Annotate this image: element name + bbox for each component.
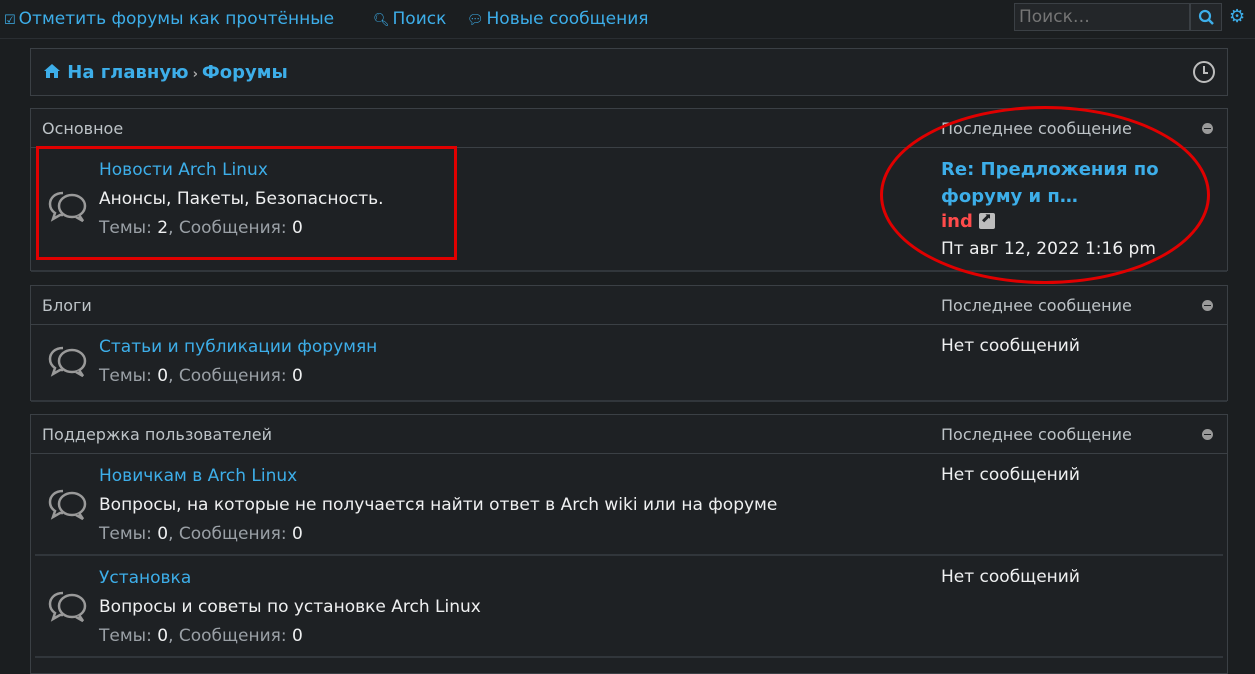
forum-title[interactable]: Статьи и публикации форумян xyxy=(99,337,377,357)
no-posts: Нет сообщений xyxy=(941,465,1080,485)
clock-icon[interactable] xyxy=(1193,61,1215,83)
forum-row: Статьи и публикации форумян Темы: 0, Соо… xyxy=(31,325,1227,402)
search-icon: 🔍︎ xyxy=(373,13,390,28)
last-post-header: Последнее сообщение xyxy=(941,425,1132,444)
collapse-icon[interactable] xyxy=(1202,429,1213,440)
forum-row: Установка Вопросы и советы по установке … xyxy=(35,556,1223,658)
category-title[interactable]: Основное xyxy=(42,119,123,138)
collapse-icon[interactable] xyxy=(1202,123,1213,134)
top-navbar: ☑ Отметить форумы как прочтённые 🔍︎ Поиск … xyxy=(0,0,1255,39)
forum-title[interactable]: Новичкам в Arch Linux xyxy=(99,466,297,486)
forum-read-icon xyxy=(47,345,89,384)
annotation-ellipse xyxy=(880,106,1210,284)
breadcrumb-forums[interactable]: Форумы xyxy=(202,62,288,83)
forum-stats: Темы: 0, Сообщения: 0 xyxy=(99,626,303,646)
breadcrumb-home[interactable]: На главную xyxy=(67,62,188,83)
forum-description: Вопросы и советы по установке Arch Linux xyxy=(99,597,481,617)
category-header: Блоги Последнее сообщение xyxy=(31,286,1227,325)
chevron-right-icon: › xyxy=(192,67,198,82)
last-post-header: Последнее сообщение xyxy=(941,296,1132,315)
search-icon xyxy=(1198,9,1214,25)
mark-read-link[interactable]: ☑ Отметить форумы как прочтённые xyxy=(4,9,334,29)
forum-title[interactable]: Установка xyxy=(99,568,191,588)
comments-icon: 💬︎ xyxy=(467,13,484,28)
breadcrumb: На главную › Форумы xyxy=(30,48,1228,96)
annotation-rectangle xyxy=(36,146,457,260)
no-posts: Нет сообщений xyxy=(941,567,1080,587)
no-posts: Нет сообщений xyxy=(941,336,1080,356)
forum-description: Вопросы, на которые не получается найти … xyxy=(99,495,778,515)
forum-row: Новичкам в Arch Linux Вопросы, на которы… xyxy=(35,454,1223,556)
forum-stats: Темы: 0, Сообщения: 0 xyxy=(99,524,303,544)
check-square-icon: ☑ xyxy=(4,13,16,28)
category-header: Поддержка пользователей Последнее сообще… xyxy=(31,415,1227,454)
category-blogs: Блоги Последнее сообщение Статьи и публи… xyxy=(30,285,1228,402)
search-link[interactable]: 🔍︎ Поиск xyxy=(373,9,446,29)
search-input[interactable] xyxy=(1014,3,1190,31)
category-title[interactable]: Поддержка пользователей xyxy=(42,425,272,444)
search-button[interactable] xyxy=(1190,3,1222,31)
forum-read-icon xyxy=(47,488,89,527)
category-support: Поддержка пользователей Последнее сообще… xyxy=(30,414,1228,674)
new-posts-link[interactable]: 💬︎ Новые сообщения xyxy=(467,9,649,29)
collapse-icon[interactable] xyxy=(1202,300,1213,311)
gear-icon[interactable]: ⚙ xyxy=(1229,6,1245,27)
breadcrumb-links: На главную › Форумы xyxy=(43,62,288,83)
category-title[interactable]: Блоги xyxy=(42,296,92,315)
forum-read-icon xyxy=(47,590,89,629)
home-icon xyxy=(44,64,60,78)
forum-stats: Темы: 0, Сообщения: 0 xyxy=(99,366,303,386)
